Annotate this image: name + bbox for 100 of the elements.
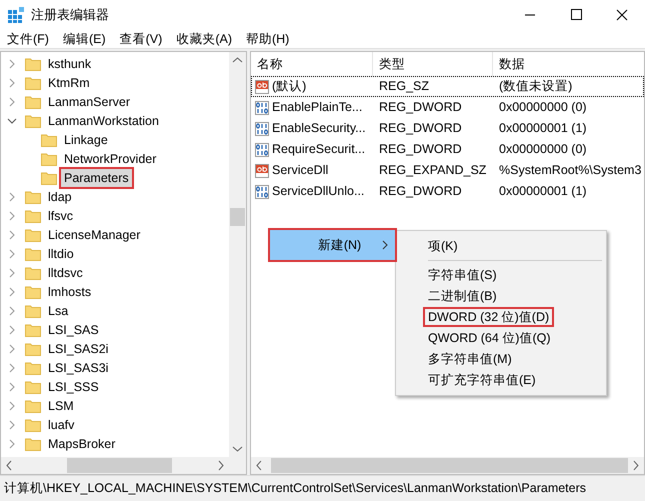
menu-item[interactable]: 查看(V): [112, 30, 170, 48]
expand-icon[interactable]: [7, 382, 17, 392]
expand-icon[interactable]: [7, 400, 17, 410]
tree-item[interactable]: lltdsvc: [45, 264, 86, 282]
menu-item[interactable]: 二进制值(B): [425, 288, 500, 304]
scrollbar-thumb[interactable]: [270, 458, 628, 473]
folder-icon: [25, 228, 41, 242]
tree-item[interactable]: LSI_SAS3i: [45, 358, 112, 376]
tree-item[interactable]: luafv: [45, 416, 78, 434]
folder-icon: [25, 284, 41, 298]
tree-item[interactable]: MapsBroker: [45, 434, 118, 452]
folder-icon: [25, 436, 41, 450]
expand-icon[interactable]: [7, 96, 17, 106]
menu-item[interactable]: QWORD (64 位)值(Q): [425, 330, 554, 346]
menu-item[interactable]: 文件(F): [0, 30, 56, 48]
menu-item[interactable]: DWORD (32 位)值(D): [425, 309, 552, 325]
status-path: 计算机\HKEY_LOCAL_MACHINE\SYSTEM\CurrentControlSet\Services\LanmanWorkstation\Parameters: [3, 480, 586, 498]
expand-icon[interactable]: [7, 362, 17, 372]
folder-icon: [41, 170, 57, 184]
tree-item[interactable]: NetworkProvider: [61, 150, 160, 168]
menu-item[interactable]: 项(K): [425, 238, 461, 254]
menu-item[interactable]: 帮助(H): [238, 30, 296, 48]
value-data: 0x00000001 (1): [498, 183, 588, 200]
window-title: 注册表编辑器: [31, 6, 110, 24]
folder-icon: [25, 56, 41, 70]
vertical-scrollbar[interactable]: [229, 52, 246, 457]
menu-item[interactable]: 新建(N): [270, 230, 395, 260]
value-type: REG_DWORD: [378, 141, 463, 158]
expand-icon[interactable]: [7, 78, 17, 88]
tree-item[interactable]: LanmanWorkstation: [45, 112, 162, 130]
folder-icon: [25, 94, 41, 108]
value-data: 0x00000000 (0): [498, 99, 588, 116]
tree-item[interactable]: lltdio: [45, 244, 77, 262]
value-name[interactable]: EnableSecurity...: [272, 119, 366, 138]
expand-icon[interactable]: [7, 210, 17, 220]
folder-icon: [25, 398, 41, 412]
expand-icon[interactable]: [7, 58, 17, 68]
menu-item[interactable]: 字符串值(S): [425, 267, 500, 283]
horizontal-scrollbar[interactable]: [251, 457, 644, 474]
binary-value-icon: [255, 100, 269, 114]
value-name[interactable]: RequireSecurit...: [272, 140, 366, 159]
column-header[interactable]: 数据: [493, 52, 645, 76]
value-data: %SystemRoot%\System3: [498, 162, 642, 180]
folder-icon: [25, 76, 41, 90]
folder-icon: [41, 152, 57, 166]
expand-icon[interactable]: [7, 324, 17, 334]
scrollbar-thumb[interactable]: [67, 458, 172, 473]
expand-icon[interactable]: [7, 230, 17, 240]
folder-icon: [25, 418, 41, 432]
folder-icon: [25, 380, 41, 394]
value-name[interactable]: EnablePlainTe...: [272, 98, 362, 117]
folder-icon: [25, 246, 41, 260]
tree-item[interactable]: KtmRm: [45, 74, 93, 92]
value-name[interactable]: ServiceDllUnlo...: [272, 182, 364, 201]
expand-icon[interactable]: [7, 192, 17, 202]
folder-icon: [25, 266, 41, 280]
menu-item[interactable]: 编辑(E): [56, 30, 113, 48]
tree-item[interactable]: LSI_SSS: [45, 378, 102, 396]
menu-item[interactable]: 收藏夹(A): [169, 30, 239, 48]
horizontal-scrollbar[interactable]: [1, 457, 229, 474]
expand-icon[interactable]: [7, 438, 17, 448]
value-type: REG_DWORD: [378, 183, 463, 200]
tree-item[interactable]: Linkage: [61, 130, 111, 148]
expand-icon[interactable]: [7, 248, 17, 258]
value-type: REG_DWORD: [378, 120, 463, 138]
scrollbar-thumb[interactable]: [230, 208, 245, 226]
folder-icon: [25, 322, 41, 336]
string-value-icon: [255, 80, 269, 94]
menu-item[interactable]: 可扩充字符串值(E): [425, 372, 539, 388]
binary-value-icon: [255, 142, 269, 156]
folder-icon: [25, 114, 41, 128]
tree-item[interactable]: Lsa: [45, 302, 72, 320]
expand-icon[interactable]: [7, 286, 17, 296]
tree-item[interactable]: LSI_SAS2i: [45, 340, 112, 358]
value-type: REG_EXPAND_SZ: [378, 162, 488, 180]
tree-item[interactable]: lfsvc: [45, 206, 76, 224]
column-header[interactable]: 名称: [251, 52, 373, 76]
tree-item[interactable]: LSI_SAS: [45, 320, 102, 338]
folder-icon: [25, 208, 41, 222]
collapse-icon[interactable]: [7, 116, 17, 126]
expand-icon[interactable]: [7, 420, 17, 430]
value-name[interactable]: (默认): [272, 77, 306, 96]
value-type: REG_DWORD: [378, 99, 463, 116]
tree-item[interactable]: LanmanServer: [45, 92, 133, 110]
tree-item[interactable]: LSM: [45, 396, 77, 414]
expand-icon[interactable]: [7, 344, 17, 354]
value-name[interactable]: ServiceDll: [272, 161, 328, 180]
column-header[interactable]: 类型: [373, 52, 493, 76]
folder-icon: [25, 360, 41, 374]
menu-item[interactable]: 多字符串值(M): [425, 351, 515, 367]
string-value-icon: [255, 164, 269, 178]
expand-icon[interactable]: [7, 268, 17, 278]
tree-item[interactable]: lmhosts: [45, 282, 94, 300]
tree-item[interactable]: ksthunk: [45, 54, 94, 72]
tree-item[interactable]: ldap: [45, 188, 75, 206]
tree-item[interactable]: LicenseManager: [45, 226, 144, 244]
expand-icon[interactable]: [7, 306, 17, 316]
tree-item[interactable]: Parameters: [61, 168, 132, 186]
value-data: 0x00000001 (1): [498, 120, 588, 138]
folder-icon: [25, 304, 41, 318]
